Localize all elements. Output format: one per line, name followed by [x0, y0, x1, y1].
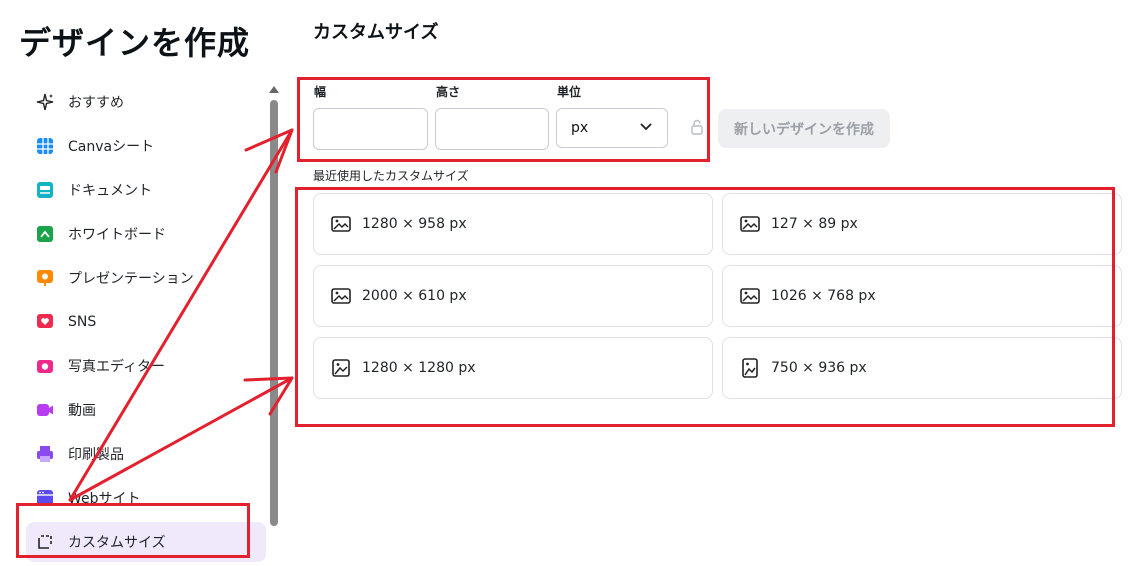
annotation-arrow [68, 128, 294, 502]
annotation-arrow [68, 376, 294, 502]
annotation-arrows [68, 128, 294, 502]
